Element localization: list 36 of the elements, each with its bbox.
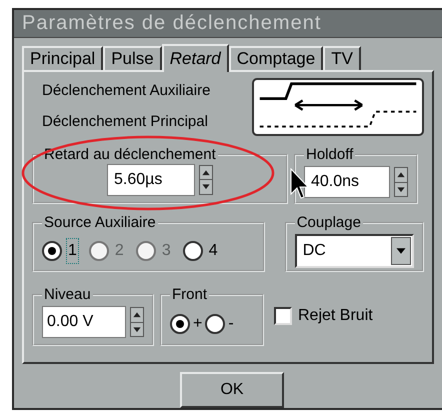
radio-button[interactable] [205, 314, 226, 334]
delay-field[interactable]: 5.60µs [107, 164, 195, 196]
radio-label: 1 [66, 238, 79, 264]
holdoff-field[interactable]: 40.0ns [304, 166, 390, 198]
radio-label: 2 [114, 241, 125, 262]
checkbox-label: Rejet Bruit [298, 306, 373, 326]
radio-button[interactable] [182, 241, 203, 262]
tab[interactable]: Principal [22, 46, 104, 70]
level-field[interactable]: 0.00 V [42, 306, 126, 338]
radio-label: 4 [208, 241, 219, 262]
dropdown-value: DC [302, 241, 327, 262]
checkbox[interactable] [274, 306, 292, 325]
ok-button[interactable]: OK [180, 372, 284, 408]
spin-buttons[interactable] [394, 167, 408, 198]
group-label: Source Auxiliaire [43, 212, 157, 233]
radio-label: 3 [160, 241, 172, 262]
radio-button[interactable] [42, 241, 62, 262]
trigger-label: Déclenchement Auxiliaire [42, 81, 210, 102]
tab[interactable]: Retard [162, 44, 229, 72]
tab[interactable]: TV [323, 46, 361, 70]
coupling-dropdown[interactable]: DC [294, 234, 414, 268]
tab[interactable]: Pulse [103, 46, 162, 70]
group-label: Couplage [296, 212, 362, 233]
group-label: Retard au déclenchement [43, 144, 217, 165]
radio-label: - [228, 314, 234, 334]
window-title: Paramètres de déclenchement [22, 13, 322, 34]
spin-buttons[interactable] [130, 307, 144, 338]
mouse-cursor-icon [290, 168, 310, 200]
group-label: Holdoff [305, 144, 354, 165]
radio-label: + [193, 314, 202, 334]
trigger-label: Déclenchement Principal [42, 112, 209, 132]
tab[interactable]: Comptage [228, 46, 324, 70]
group-label: Niveau [43, 284, 92, 305]
spin-buttons[interactable] [199, 164, 213, 195]
radio-button[interactable] [170, 314, 190, 334]
group-label: Front [171, 284, 208, 305]
